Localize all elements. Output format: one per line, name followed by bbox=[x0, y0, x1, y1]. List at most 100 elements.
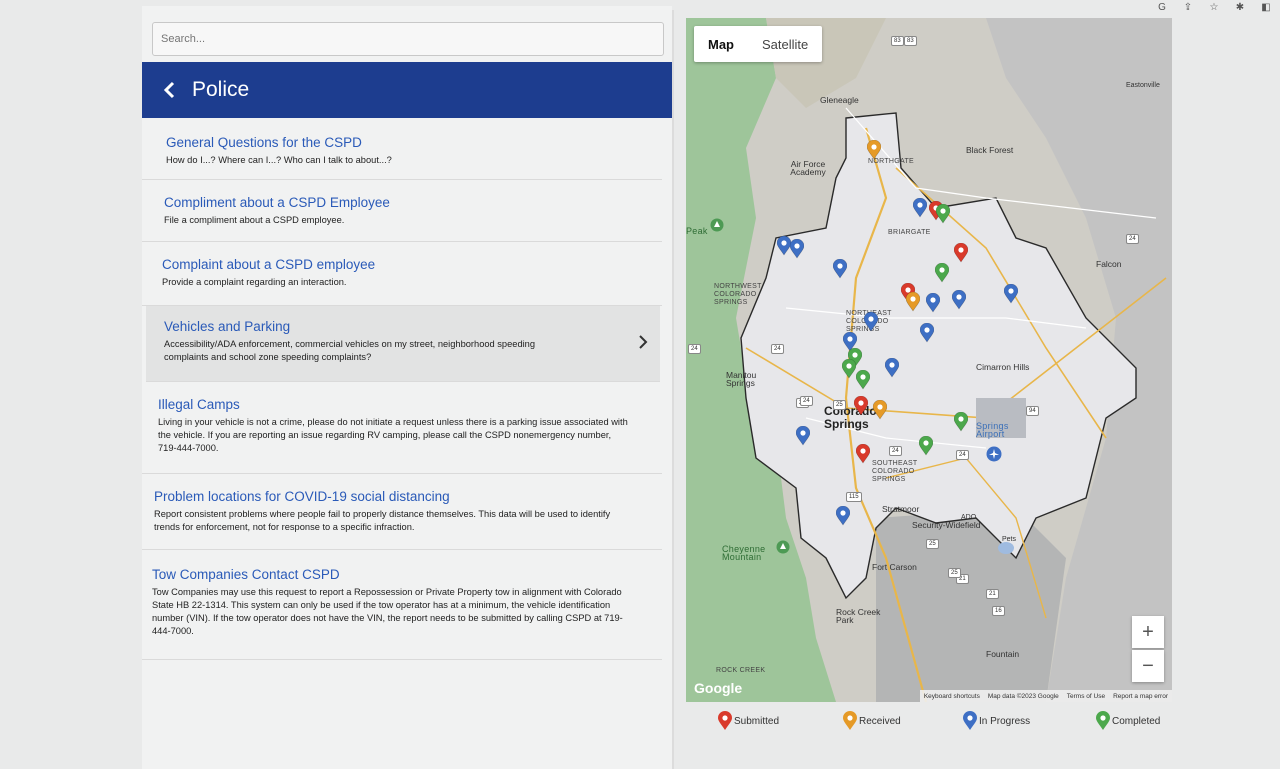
legend-label: Received bbox=[859, 715, 901, 727]
chevron-left-icon bbox=[163, 81, 175, 99]
legend-item-completed: Completed bbox=[1096, 711, 1160, 731]
map-pin-icon[interactable] bbox=[913, 198, 927, 218]
zoom-in-button[interactable]: + bbox=[1132, 616, 1164, 648]
map-pin-icon[interactable] bbox=[777, 236, 791, 256]
map-pin-icon[interactable] bbox=[790, 239, 804, 259]
map-pin-icon[interactable] bbox=[952, 290, 966, 310]
terms-link[interactable]: Terms of Use bbox=[1067, 693, 1105, 700]
route-shield: 94 bbox=[1026, 406, 1039, 416]
place-label: Security-Widefield bbox=[912, 520, 981, 530]
list-item-compliment[interactable]: Compliment about a CSPD Employee File a … bbox=[142, 180, 662, 242]
map-pin-icon[interactable] bbox=[926, 293, 940, 313]
map-legend: Submitted Received In Progress Completed bbox=[686, 711, 1172, 735]
list-item-title: General Questions for the CSPD bbox=[166, 135, 362, 150]
place-label: Pets bbox=[1002, 536, 1017, 543]
legend-item-in-progress: In Progress bbox=[963, 711, 1030, 731]
legend-label: Completed bbox=[1112, 715, 1161, 727]
map-pin-icon[interactable] bbox=[867, 140, 881, 160]
map-pin-icon[interactable] bbox=[919, 436, 933, 456]
extension-icon[interactable]: ✱ bbox=[1234, 1, 1246, 13]
route-shield: 25 bbox=[833, 400, 846, 410]
legend-label: Submitted bbox=[734, 715, 780, 727]
place-label: Rock Creek Park bbox=[836, 607, 881, 625]
back-button[interactable] bbox=[158, 79, 180, 101]
request-type-list: General Questions for the CSPD How do I.… bbox=[142, 118, 662, 660]
legend-label: In Progress bbox=[979, 715, 1031, 727]
map-pin-icon[interactable] bbox=[833, 259, 847, 279]
map-pin-icon[interactable] bbox=[954, 412, 968, 432]
list-item-description: Living in your vehicle is not a crime, p… bbox=[158, 417, 628, 453]
page-title: Police bbox=[192, 78, 250, 101]
map-pin-icon[interactable] bbox=[920, 323, 934, 343]
list-item-title: Vehicles and Parking bbox=[164, 319, 291, 334]
route-shield: 83 bbox=[891, 36, 904, 46]
request-category-panel: Police General Questions for the CSPD Ho… bbox=[142, 6, 672, 769]
map-base bbox=[686, 18, 1172, 702]
panel-divider bbox=[672, 10, 674, 769]
place-label: Falcon bbox=[1096, 259, 1122, 269]
list-item-title: Tow Companies Contact CSPD bbox=[152, 567, 340, 582]
list-item-vehicles-parking[interactable]: Vehicles and Parking Accessibility/ADA e… bbox=[146, 306, 660, 382]
route-shield: 83 bbox=[904, 36, 917, 46]
map-pin-icon[interactable] bbox=[935, 263, 949, 283]
list-item-general-questions[interactable]: General Questions for the CSPD How do I.… bbox=[142, 118, 662, 180]
place-label: Black Forest bbox=[966, 145, 1014, 155]
place-label: ADO bbox=[961, 514, 977, 521]
map-pin-icon[interactable] bbox=[856, 444, 870, 464]
place-label: Fountain bbox=[986, 649, 1020, 659]
place-label: NORTHWEST COLORADO SPRINGS bbox=[714, 283, 762, 306]
zoom-out-button[interactable]: − bbox=[1132, 650, 1164, 682]
place-label: SOUTHEAST COLORADO SPRINGS bbox=[872, 460, 918, 483]
map-type-toggle: Map Satellite bbox=[694, 26, 823, 62]
request-map[interactable]: Map Satellite Gleneagle Eastonville Air … bbox=[686, 18, 1172, 702]
map-pin-icon[interactable] bbox=[864, 312, 878, 332]
search-input[interactable] bbox=[152, 22, 664, 56]
star-icon[interactable]: ☆ bbox=[1208, 1, 1220, 13]
category-header: Police bbox=[142, 62, 672, 118]
share-icon[interactable]: ⇪ bbox=[1182, 1, 1194, 13]
list-item-complaint[interactable]: Complaint about a CSPD employee Provide … bbox=[142, 242, 662, 306]
legend-item-received: Received bbox=[843, 711, 901, 731]
map-pin-icon[interactable] bbox=[873, 400, 887, 420]
map-tab-satellite[interactable]: Satellite bbox=[748, 26, 822, 62]
place-label: ROCK CREEK bbox=[716, 667, 766, 674]
airport-icon bbox=[986, 446, 1002, 462]
list-item-title: Compliment about a CSPD Employee bbox=[164, 195, 390, 210]
map-pin-icon bbox=[718, 711, 732, 730]
list-item-description: Accessibility/ADA enforcement, commercia… bbox=[164, 339, 536, 362]
map-pin-icon[interactable] bbox=[885, 358, 899, 378]
route-shield: 24 bbox=[800, 396, 813, 406]
list-item-tow-companies[interactable]: Tow Companies Contact CSPD Tow Companies… bbox=[142, 550, 662, 660]
keyboard-shortcuts-link[interactable]: Keyboard shortcuts bbox=[924, 693, 980, 700]
map-pin-icon[interactable] bbox=[936, 204, 950, 224]
legend-item-submitted: Submitted bbox=[718, 711, 779, 731]
map-tab-map[interactable]: Map bbox=[694, 26, 748, 62]
list-item-description: Provide a complaint regarding an interac… bbox=[162, 277, 347, 287]
route-shield: 21 bbox=[986, 589, 999, 599]
map-pin-icon[interactable] bbox=[856, 370, 870, 390]
route-shield: 24 bbox=[956, 450, 969, 460]
map-pin-icon[interactable] bbox=[842, 359, 856, 379]
route-shield: 25 bbox=[926, 539, 939, 549]
place-label: Springs Airport bbox=[976, 421, 1009, 439]
route-shield: 24 bbox=[1126, 234, 1139, 244]
map-pin-icon[interactable] bbox=[854, 396, 868, 416]
list-item-title: Problem locations for COVID-19 social di… bbox=[154, 489, 450, 504]
map-pin-icon[interactable] bbox=[906, 292, 920, 312]
sidepanel-icon[interactable]: ◧ bbox=[1260, 1, 1272, 13]
place-label: Air Force Academy bbox=[790, 159, 826, 177]
list-item-illegal-camps[interactable]: Illegal Camps Living in your vehicle is … bbox=[142, 382, 662, 474]
google-icon[interactable]: G bbox=[1156, 1, 1168, 13]
map-pin-icon[interactable] bbox=[836, 506, 850, 526]
place-label: Peak bbox=[686, 226, 708, 236]
place-label: Gleneagle bbox=[820, 95, 859, 105]
browser-toolbar-icons: G ⇪ ☆ ✱ ◧ bbox=[1156, 0, 1272, 14]
map-pin-icon[interactable] bbox=[1004, 284, 1018, 304]
place-label: Manitou Springs bbox=[726, 370, 757, 388]
report-error-link[interactable]: Report a map error bbox=[1113, 693, 1168, 700]
google-logo: Google bbox=[694, 680, 743, 696]
map-pin-icon[interactable] bbox=[796, 426, 810, 446]
map-pin-icon[interactable] bbox=[954, 243, 968, 263]
list-item-covid-distancing[interactable]: Problem locations for COVID-19 social di… bbox=[142, 474, 662, 550]
route-shield: 25 bbox=[948, 568, 961, 578]
